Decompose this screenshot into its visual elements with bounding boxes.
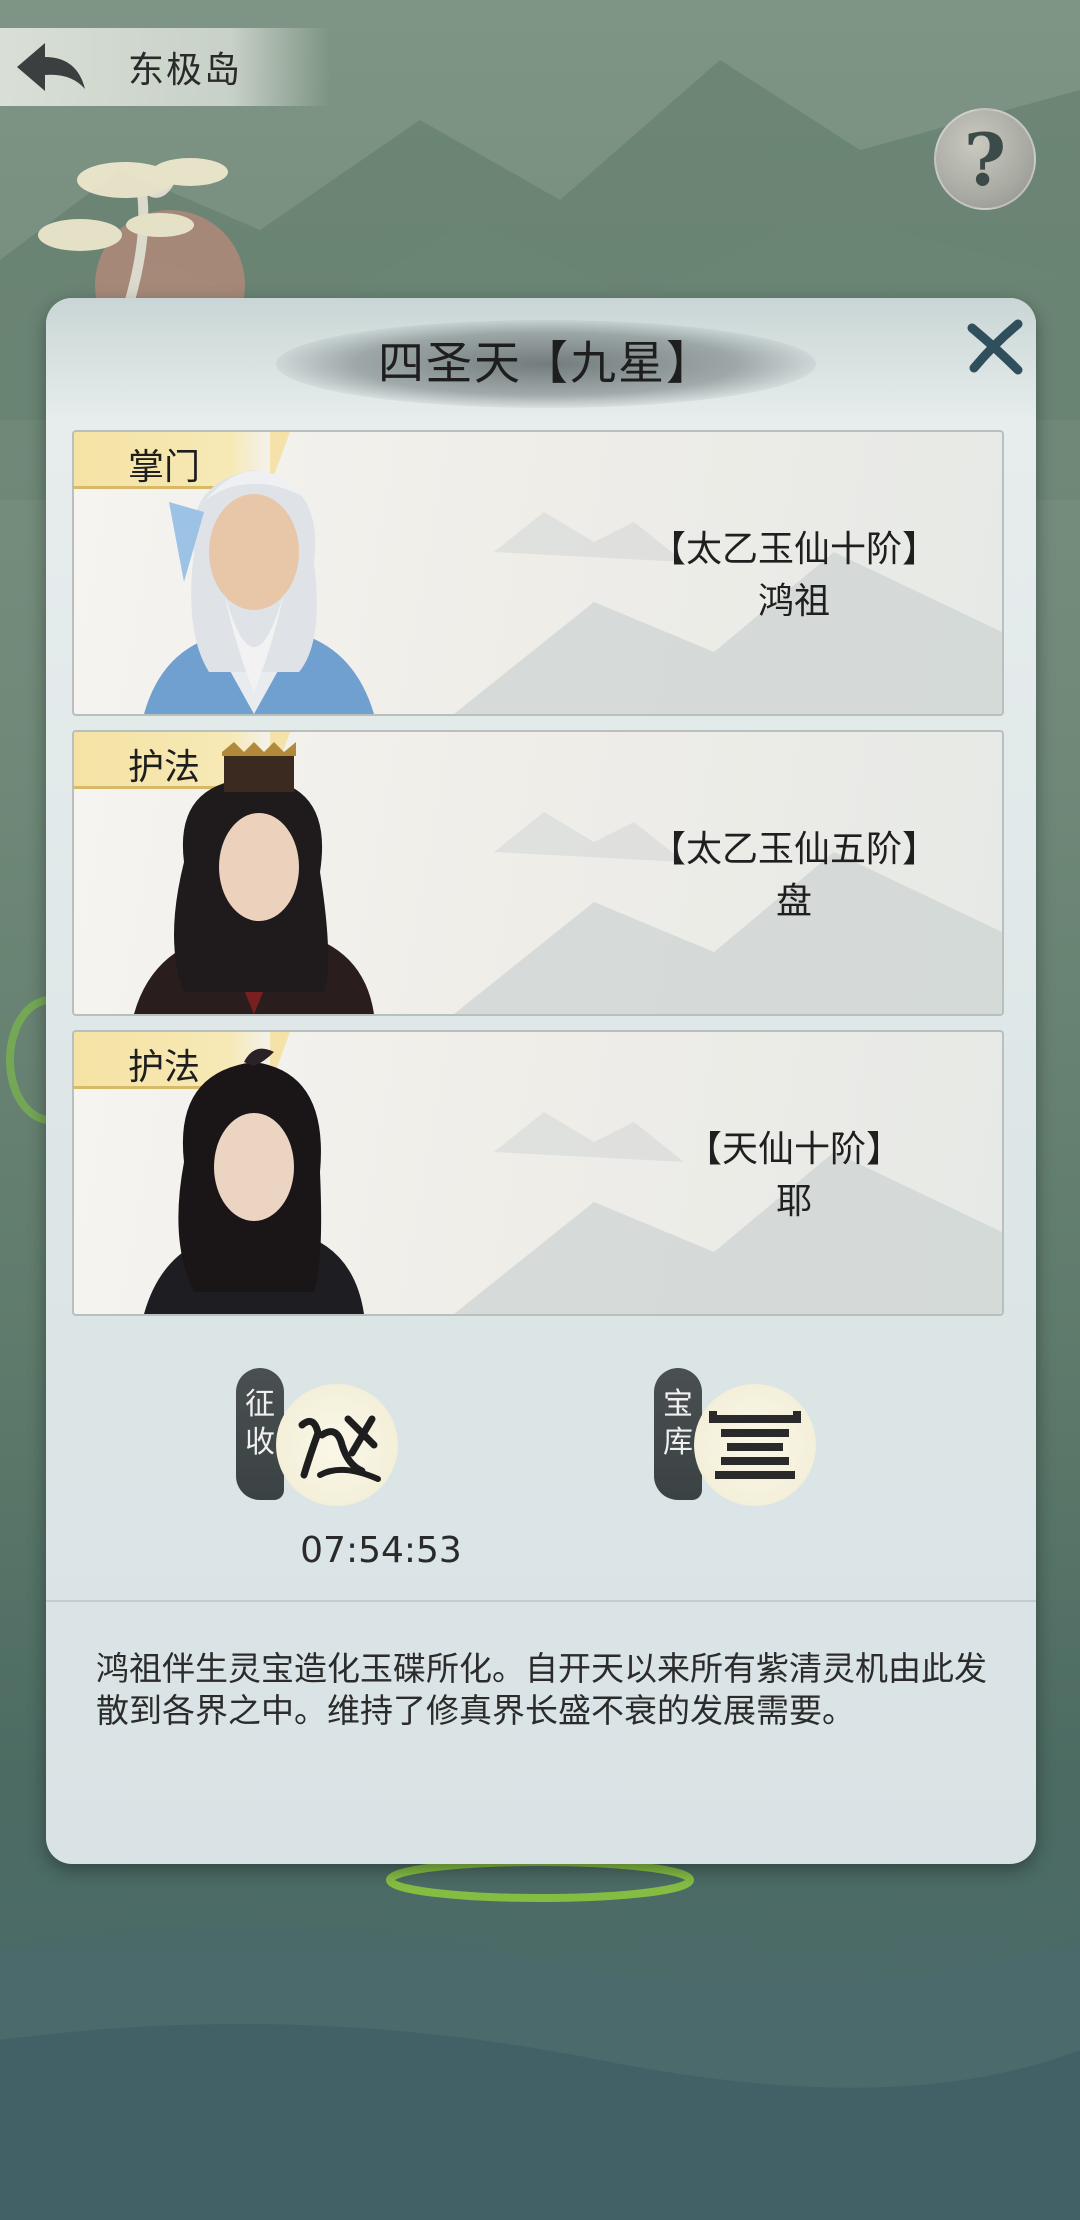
close-icon <box>967 319 1023 375</box>
rank-label: 掌门 <box>128 447 201 488</box>
vault-tag-char-1: 宝 <box>663 1387 693 1422</box>
member-realm: 【太乙玉仙五阶】 <box>649 829 938 870</box>
member-name: 耶 <box>775 1181 812 1222</box>
rank-label: 护法 <box>128 747 201 788</box>
member-info: 【太乙玉仙十阶】 鸿祖 <box>614 524 974 628</box>
member-card-guardian-1[interactable]: 护法 【太乙玉仙五阶】 盘 <box>72 730 1004 1016</box>
vault-icon-circle <box>694 1384 816 1506</box>
help-button[interactable]: ? <box>934 108 1036 210</box>
close-button[interactable] <box>964 316 1026 378</box>
levy-button[interactable]: 征 收 <box>236 1368 416 1538</box>
member-realm: 【太乙玉仙十阶】 <box>649 529 938 570</box>
sect-dialog: 四圣天【九星】 掌门 【太乙玉仙十阶】 鸿祖 护法 【太乙玉仙五阶】 盘 护法 … <box>46 298 1036 1864</box>
dialog-title: 四圣天【九星】 <box>378 336 714 390</box>
member-name: 鸿祖 <box>757 581 830 622</box>
divider <box>46 1600 1036 1602</box>
sect-description: 鸿祖伴生灵宝造化玉碟所化。自开天以来所有紫清灵机由此发散到各界之中。维持了修真界… <box>96 1649 987 1730</box>
member-card-leader[interactable]: 掌门 【太乙玉仙十阶】 鸿祖 <box>72 430 1004 716</box>
levy-icon-circle <box>276 1384 398 1506</box>
member-name: 盘 <box>775 881 812 922</box>
levy-calligraphy-icon <box>298 1415 381 1482</box>
member-info: 【天仙十阶】 耶 <box>614 1124 974 1228</box>
rank-label: 护法 <box>128 1047 201 1088</box>
treasury-building-icon <box>709 1411 801 1479</box>
member-info: 【太乙玉仙五阶】 盘 <box>614 824 974 928</box>
back-arrow-icon <box>17 43 85 91</box>
member-card-guardian-2[interactable]: 护法 【天仙十阶】 耶 <box>72 1030 1004 1316</box>
member-realm: 【天仙十阶】 <box>685 1129 902 1170</box>
levy-timer: 07:54:53 <box>300 1530 462 1571</box>
back-button[interactable] <box>0 28 100 106</box>
vault-button[interactable]: 宝 库 <box>654 1368 834 1538</box>
levy-tag-char-1: 征 <box>245 1387 275 1422</box>
top-bar: 东极岛 <box>0 28 330 106</box>
location-title: 东极岛 <box>128 50 243 91</box>
